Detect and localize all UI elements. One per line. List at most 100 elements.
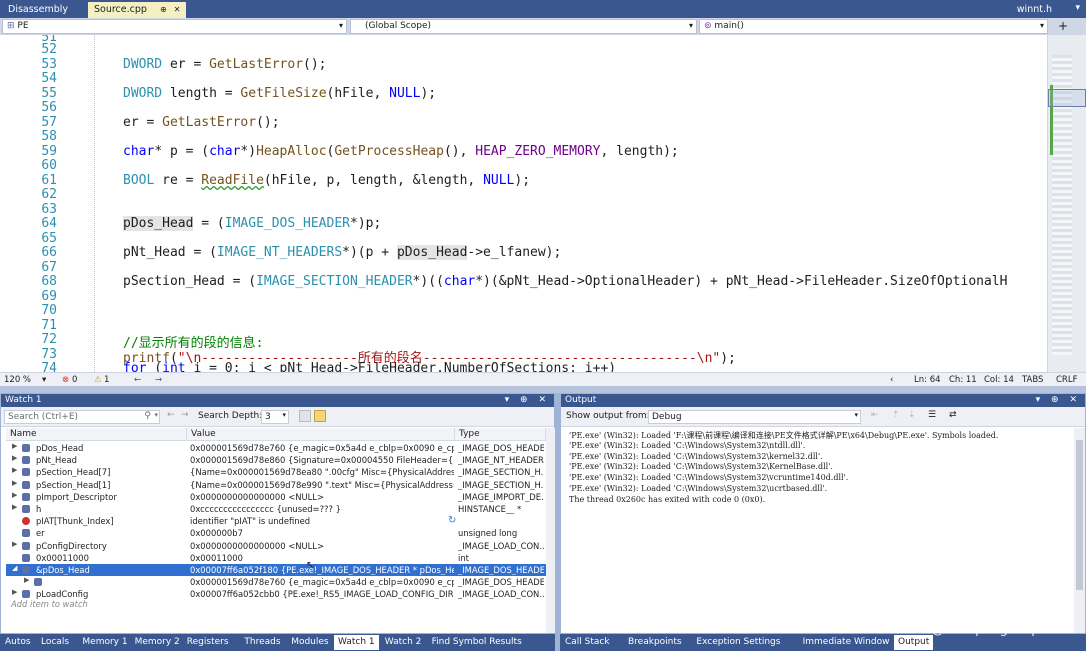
tab-locals[interactable]: Locals: [37, 635, 73, 650]
pin-icon[interactable]: ⊕: [160, 5, 167, 14]
word-wrap-icon[interactable]: ⇄: [949, 410, 957, 420]
watch-name[interactable]: pConfigDirectory: [36, 541, 186, 551]
editor-scrollbar-map[interactable]: [1047, 35, 1086, 372]
tab-registers[interactable]: Registers: [183, 635, 233, 650]
expand-icon[interactable]: ◢: [12, 564, 17, 572]
watch-value[interactable]: 0x000000b7: [190, 528, 454, 538]
code-line[interactable]: for (int i = 0; i < pNt_Head->FileHeader…: [123, 361, 616, 372]
split-window-icon[interactable]: +: [1058, 19, 1068, 33]
scrollbar-thumb[interactable]: [1076, 440, 1083, 590]
search-depth-dropdown[interactable]: 3 ▾: [261, 410, 289, 424]
refresh-icon[interactable]: ↻: [448, 515, 456, 526]
watch-name[interactable]: pImport_Descriptor: [36, 492, 186, 502]
watch-name[interactable]: h: [36, 504, 186, 514]
watch-value[interactable]: {Name=0x000001569d78ea80 ".00cfg" Misc={…: [190, 467, 454, 477]
tab-output[interactable]: Output: [894, 635, 934, 650]
tab-source-cpp[interactable]: Source.cpp ⊕ ✕: [88, 2, 187, 18]
watch-value[interactable]: 0x00011000: [190, 553, 454, 563]
tab-memory-2[interactable]: Memory 2: [131, 635, 184, 650]
chevron-down-icon[interactable]: ▾: [42, 375, 46, 385]
watch-row[interactable]: ▶ pConfigDirectory 0x0000000000000000 <NUL…: [6, 540, 550, 552]
error-count[interactable]: 0: [72, 375, 77, 385]
watch-value[interactable]: 0x0000000000000000 <NULL>: [190, 492, 454, 502]
watch-value[interactable]: {Name=0x000001569d78e990 ".text" Misc={P…: [190, 480, 454, 490]
watch-name[interactable]: pIAT[Thunk_Index]: [36, 516, 186, 526]
search-icon[interactable]: ⚲: [144, 411, 151, 421]
code-line[interactable]: BOOL re = ReadFile(hFile, p, length, &le…: [123, 173, 530, 188]
expand-icon[interactable]: ▶: [12, 454, 17, 462]
code-line[interactable]: DWORD er = GetLastError();: [123, 57, 327, 72]
warning-count[interactable]: 1: [104, 375, 109, 385]
watch-row[interactable]: ▶ h 0xcccccccccccccccc {unused=??? } HINSTA…: [6, 503, 550, 515]
code-editor[interactable]: 51 53 54 55 56 57 58 59 60 61 62 63 64 6…: [0, 35, 1047, 372]
find-message-icon[interactable]: ⇤: [871, 410, 879, 420]
expand-icon[interactable]: ▶: [24, 576, 29, 584]
pane-splitter[interactable]: [0, 386, 1086, 393]
watch-row[interactable]: ▶ pSection_Head[7] {Name=0x000001569d78ea8…: [6, 466, 550, 478]
watch-name[interactable]: pNt_Head: [36, 455, 186, 465]
tab-immediate-window[interactable]: Immediate Window: [799, 635, 894, 650]
watch-scrollbar[interactable]: [546, 428, 555, 633]
output-scrollbar[interactable]: [1074, 428, 1085, 633]
watch-value[interactable]: 0x000001569d78e760 {e_magic=0x5a4d e_cbl…: [190, 577, 454, 587]
code-line[interactable]: er = GetLastError();: [123, 115, 280, 130]
expand-icon[interactable]: ▶: [12, 540, 17, 548]
line-ending[interactable]: CRLF: [1056, 375, 1077, 385]
watch-row[interactable]: er 0x000000b7 unsigned long: [6, 527, 550, 539]
tab-memory-1[interactable]: Memory 1: [78, 635, 131, 650]
output-source-dropdown[interactable]: Debug ▾: [648, 410, 861, 424]
prev-message-icon[interactable]: ⇡: [892, 410, 900, 420]
expand-icon[interactable]: ▶: [12, 479, 17, 487]
tab-winnt-h[interactable]: winnt.h: [1011, 2, 1058, 18]
tab-call-stack[interactable]: Call Stack: [561, 635, 614, 650]
watch-name[interactable]: pDos_Head: [36, 443, 186, 453]
clear-all-icon[interactable]: ☰: [928, 410, 936, 420]
member-dropdown[interactable]: ⊚ main() ▾: [699, 19, 1048, 34]
tab-modules[interactable]: Modules: [287, 635, 332, 650]
watch-name[interactable]: 0x00011000: [36, 553, 186, 563]
tab-list-dropdown-icon[interactable]: ▾: [1075, 3, 1080, 13]
search-forward-icon[interactable]: →: [181, 410, 189, 420]
watch-row[interactable]: ▶ pDos_Head 0x000001569d78e760 {e_magic=0x…: [6, 442, 550, 454]
indent-mode[interactable]: TABS: [1022, 375, 1043, 385]
minimap-viewport[interactable]: [1048, 89, 1086, 107]
watch-name[interactable]: pSection_Head[7]: [36, 467, 186, 477]
column-header-type[interactable]: Type: [455, 428, 546, 441]
watch-name[interactable]: pSection_Head[1]: [36, 480, 186, 490]
pane-controls[interactable]: ▾ ⊕ ✕: [1036, 395, 1081, 405]
expand-icon[interactable]: ▶: [12, 466, 17, 474]
view-toggle-icon[interactable]: [314, 410, 326, 422]
column-header-value[interactable]: Value: [187, 428, 455, 441]
watch-value[interactable]: 0xcccccccccccccccc {unused=??? }: [190, 504, 454, 514]
add-watch-item[interactable]: Add item to watch: [11, 599, 88, 609]
tab-breakpoints[interactable]: Breakpoints: [624, 635, 686, 650]
forward-arrow-icon[interactable]: →: [155, 375, 162, 385]
watch-row[interactable]: ▶ pSection_Head[1] {Name=0x000001569d78e99…: [6, 479, 550, 491]
watch-row[interactable]: ▶ pImport_Descriptor 0x0000000000000000 <N…: [6, 491, 550, 503]
search-back-icon[interactable]: ←: [167, 410, 175, 420]
scroll-right-icon[interactable]: ‹: [890, 375, 893, 385]
pane-controls[interactable]: ▾ ⊕ ✕: [505, 395, 550, 405]
expand-icon[interactable]: ▶: [12, 503, 17, 511]
watch-value[interactable]: 0x00007ff6a052f180 {PE.exe!_IMAGE_DOS_HE…: [190, 565, 454, 575]
code-line[interactable]: pSection_Head = (IMAGE_SECTION_HEADER*)(…: [123, 274, 1007, 289]
watch-row[interactable]: pIAT[Thunk_Index] identifier "pIAT" is un…: [6, 515, 550, 527]
watch-value[interactable]: identifier "pIAT" is undefined: [190, 516, 454, 526]
pin-watch-icon[interactable]: [299, 410, 311, 422]
column-header-name[interactable]: Name: [6, 428, 187, 441]
watch-name[interactable]: er: [36, 528, 186, 538]
tab-watch-2[interactable]: Watch 2: [381, 635, 426, 650]
close-icon[interactable]: ✕: [174, 5, 181, 14]
watch-value[interactable]: 0x000001569d78e860 {Signature=0x00004550…: [190, 455, 454, 465]
code-line[interactable]: char* p = (char*)HeapAlloc(GetProcessHea…: [123, 144, 679, 159]
watch-value[interactable]: 0x00007ff6a052cbb0 {PE.exe!_RS5_IMAGE_LO…: [190, 589, 454, 599]
watch-row[interactable]: ◢ &pDos_Head 0x00007ff6a052f180 {PE.exe!_I…: [6, 564, 550, 576]
back-arrow-icon[interactable]: ←: [134, 375, 141, 385]
next-message-icon[interactable]: ⇣: [908, 410, 916, 420]
zoom-level[interactable]: 120 %: [4, 375, 31, 385]
expand-icon[interactable]: ▶: [12, 588, 17, 596]
tab-threads[interactable]: Threads: [240, 635, 284, 650]
expand-icon[interactable]: ▶: [12, 491, 17, 499]
code-line[interactable]: DWORD length = GetFileSize(hFile, NULL);: [123, 86, 436, 101]
watch-value[interactable]: 0x0000000000000000 <NULL>: [190, 541, 454, 551]
